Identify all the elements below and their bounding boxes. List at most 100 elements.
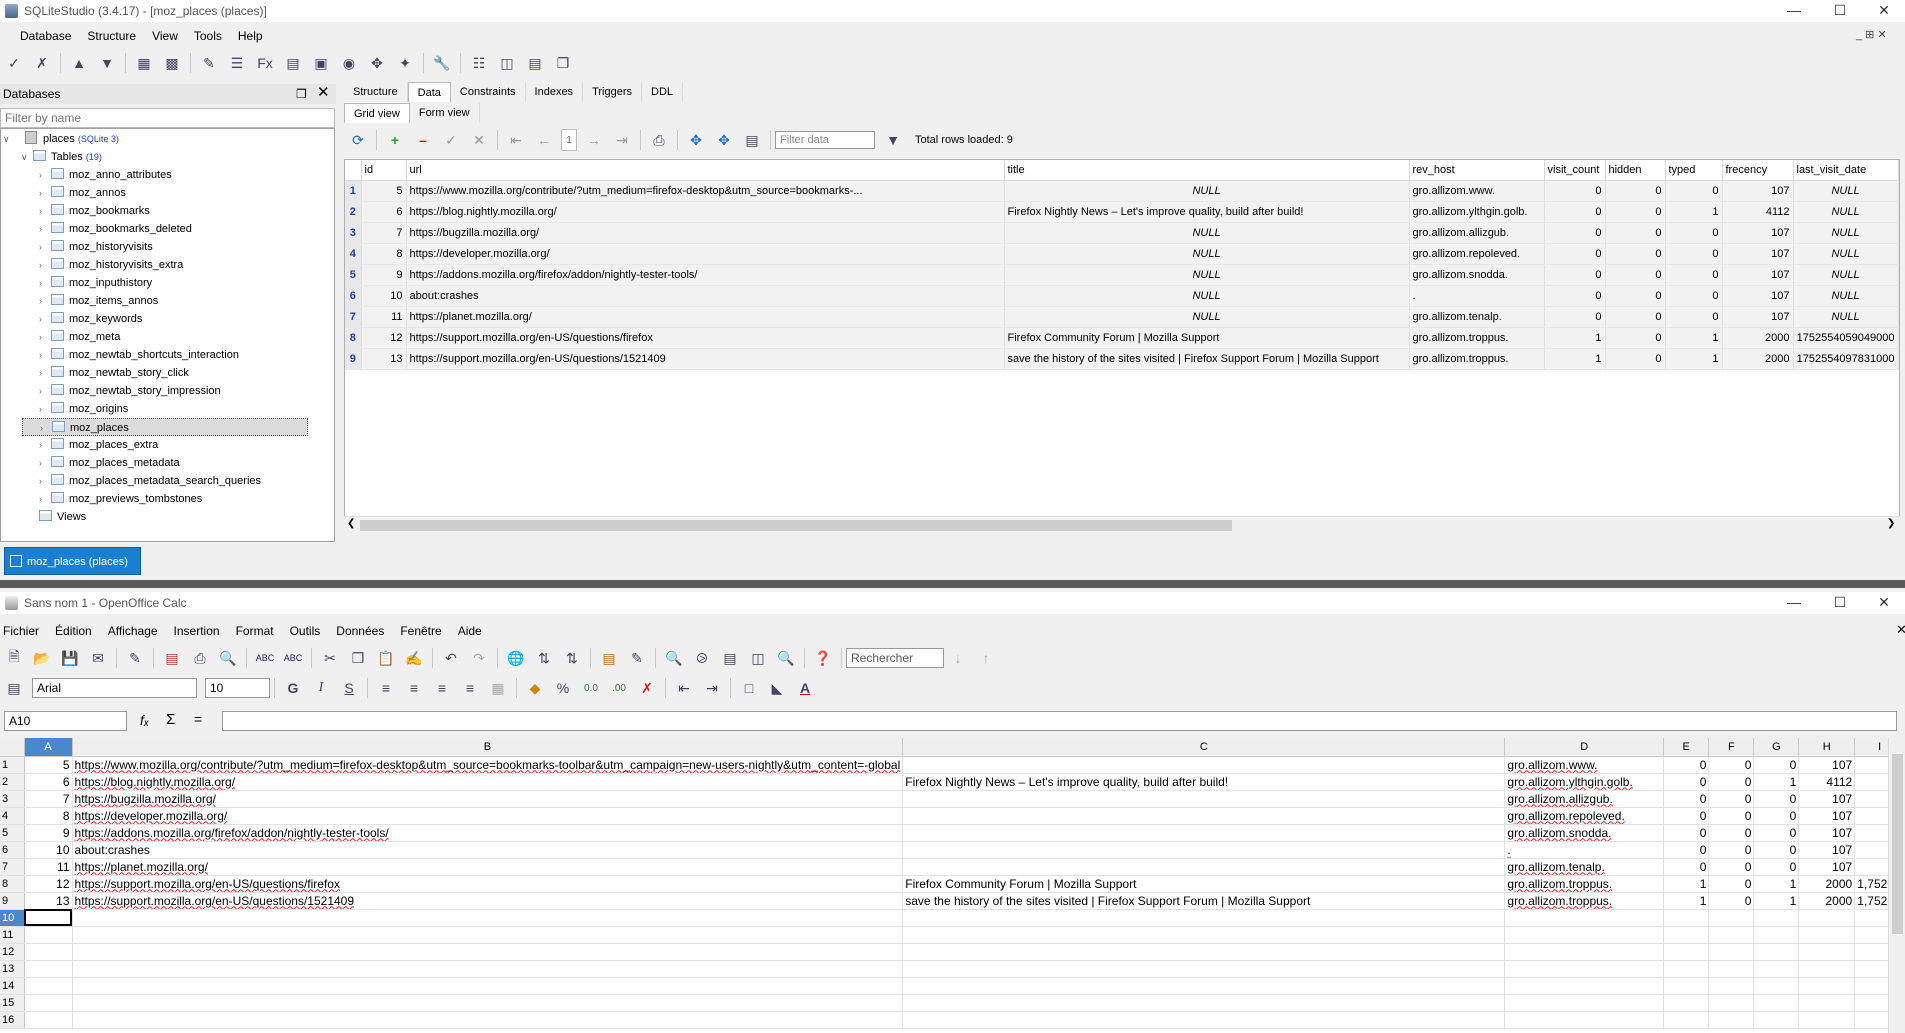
row-header[interactable]: 9: [0, 892, 25, 910]
spreadsheet-cell[interactable]: 107: [1798, 756, 1856, 774]
grid-cell[interactable]: 107: [1722, 306, 1794, 328]
tab-constraints[interactable]: Constraints: [451, 82, 526, 102]
spreadsheet-cell[interactable]: [1663, 977, 1710, 995]
spreadsheet-cell[interactable]: [1708, 977, 1755, 995]
tree-table-item[interactable]: › moz_annos: [39, 184, 126, 202]
find-icon[interactable]: 🔍: [663, 647, 685, 669]
italic-icon[interactable]: I: [310, 677, 332, 699]
spreadsheet-cell[interactable]: [902, 824, 1506, 842]
maximize-icon[interactable]: ☐: [1818, 0, 1862, 22]
grid-cell[interactable]: Firefox Nightly News – Let's improve qua…: [1004, 201, 1410, 223]
datasource-icon[interactable]: ◫: [747, 647, 769, 669]
spreadsheet-cell[interactable]: 107: [1798, 841, 1856, 859]
grid-cell[interactable]: 11: [361, 306, 407, 328]
spreadsheet-cell[interactable]: [1798, 1011, 1856, 1029]
menu-view[interactable]: View: [144, 29, 186, 43]
spreadsheet-cell[interactable]: [1753, 943, 1800, 961]
spreadsheet-cell[interactable]: [24, 943, 73, 961]
grid-cell[interactable]: NULL: [1004, 180, 1410, 202]
spreadsheet-cell[interactable]: [1504, 977, 1664, 995]
sort-desc-icon[interactable]: ⇅: [561, 647, 583, 669]
insert-row-icon[interactable]: +: [384, 129, 406, 151]
tile-vertical-icon[interactable]: ◫: [496, 52, 518, 74]
spreadsheet-cell[interactable]: [1663, 960, 1710, 978]
remove-db-icon[interactable]: ▼: [96, 52, 118, 74]
grid-cell[interactable]: gro.allizom.allizgub.: [1409, 222, 1545, 244]
tree-table-item[interactable]: › moz_origins: [39, 400, 128, 418]
grid-cell[interactable]: https://blog.nightly.mozilla.org/: [406, 201, 1005, 223]
spreadsheet-cell[interactable]: [1753, 977, 1800, 995]
format-paintbrush-icon[interactable]: ✍: [403, 647, 425, 669]
grid-cell[interactable]: https://bugzilla.mozilla.org/: [406, 222, 1005, 244]
spreadsheet-cell[interactable]: 6: [24, 773, 73, 791]
grid-cell[interactable]: 0: [1605, 201, 1666, 223]
spreadsheet-cell[interactable]: [1708, 909, 1755, 927]
spreadsheet-cell[interactable]: 0: [1753, 790, 1800, 808]
tree-table-item[interactable]: › moz_newtab_shortcuts_interaction: [39, 346, 239, 364]
grid-cell[interactable]: NULL: [1793, 180, 1899, 202]
tree-views-folder[interactable]: Views: [39, 508, 86, 526]
export-grid-icon[interactable]: ▤: [741, 129, 763, 151]
settings-icon[interactable]: 🔧: [431, 52, 453, 74]
expand-icon[interactable]: ✦: [394, 52, 416, 74]
grid-cell[interactable]: 12: [361, 327, 407, 349]
grid-cell[interactable]: 0: [1605, 180, 1666, 202]
grid-cell[interactable]: 0: [1605, 306, 1666, 328]
spreadsheet-cell[interactable]: [902, 1011, 1506, 1029]
grid-column-header[interactable]: typed: [1665, 160, 1723, 181]
close-icon[interactable]: ✕: [1862, 0, 1905, 22]
grid-cell[interactable]: 0: [1605, 327, 1666, 349]
spreadsheet-cell[interactable]: 107: [1798, 790, 1856, 808]
spreadsheet-cell[interactable]: [1663, 994, 1710, 1012]
minimize-icon[interactable]: —: [1772, 0, 1816, 22]
spreadsheet-cell[interactable]: 0: [1663, 756, 1710, 774]
edit-file-icon[interactable]: ✎: [124, 647, 146, 669]
align-right-icon[interactable]: ≡: [431, 677, 453, 699]
grid-cell[interactable]: 1752554097831000: [1793, 348, 1899, 370]
grid-column-header[interactable]: title: [1004, 160, 1410, 181]
tab-ddl[interactable]: DDL: [642, 82, 684, 102]
grid-cell[interactable]: 7: [361, 222, 407, 244]
tree-table-item[interactable]: › moz_places_extra: [39, 436, 158, 454]
row-header[interactable]: 3: [0, 790, 25, 808]
spreadsheet-cell[interactable]: 1: [1753, 892, 1800, 910]
gallery-icon[interactable]: ▤: [719, 647, 741, 669]
grid-cell[interactable]: 0: [1544, 222, 1606, 244]
last-page-icon[interactable]: ⇥: [611, 129, 633, 151]
grid-cell[interactable]: gro.allizom.troppus.: [1409, 348, 1545, 370]
grid-row[interactable]: 7 11 https://planet.mozilla.org/NULL gro.al…: [345, 306, 1899, 328]
row-header[interactable]: 14: [0, 977, 25, 995]
spreadsheet-cell[interactable]: 0: [1663, 773, 1710, 791]
menu-affichage[interactable]: Affichage: [100, 624, 166, 638]
hyperlink-icon[interactable]: 🌐: [505, 647, 527, 669]
delete-row-icon[interactable]: –: [412, 129, 434, 151]
grid-cell[interactable]: 0: [1665, 243, 1723, 265]
justify-icon[interactable]: ≡: [459, 677, 481, 699]
row-header[interactable]: 13: [0, 960, 25, 978]
spreadsheet-cell[interactable]: [1504, 960, 1664, 978]
spreadsheet-cell[interactable]: https://developer.mozilla.org/: [72, 807, 904, 825]
tab-structure[interactable]: Structure: [344, 82, 408, 102]
grid-column-header[interactable]: id: [361, 160, 407, 181]
tree-table-item[interactable]: › moz_historyvisits_extra: [39, 256, 183, 274]
spreadsheet-cell[interactable]: 0: [1663, 841, 1710, 859]
spreadsheet-cell[interactable]: 13: [24, 892, 73, 910]
font-color-icon[interactable]: A: [794, 677, 816, 699]
grid-row[interactable]: 6 10 about:crashes NULL. 0 0 0 107 NULL: [345, 285, 1899, 307]
column-header[interactable]: A: [24, 738, 73, 757]
grid-cell[interactable]: https://developer.mozilla.org/: [406, 243, 1005, 265]
spreadsheet-cell[interactable]: 107: [1798, 807, 1856, 825]
grid-cell[interactable]: NULL: [1004, 243, 1410, 265]
grid-cell[interactable]: 1: [1665, 348, 1723, 370]
spreadsheet-cell[interactable]: 0: [1663, 807, 1710, 825]
grid-column-header[interactable]: hidden: [1605, 160, 1666, 181]
next-page-icon[interactable]: →: [583, 129, 605, 151]
grid-cell[interactable]: 0: [1665, 222, 1723, 244]
calc-maximize-icon[interactable]: ☐: [1818, 592, 1862, 614]
grid-cell[interactable]: Firefox Community Forum | Mozilla Suppor…: [1004, 327, 1410, 349]
grid-cell[interactable]: NULL: [1793, 264, 1899, 286]
spreadsheet-cell[interactable]: 1: [1753, 773, 1800, 791]
increase-indent-icon[interactable]: ⇥: [701, 677, 723, 699]
tile-horizontal-icon[interactable]: ▤: [524, 52, 546, 74]
new-table-icon[interactable]: ▦: [133, 52, 155, 74]
